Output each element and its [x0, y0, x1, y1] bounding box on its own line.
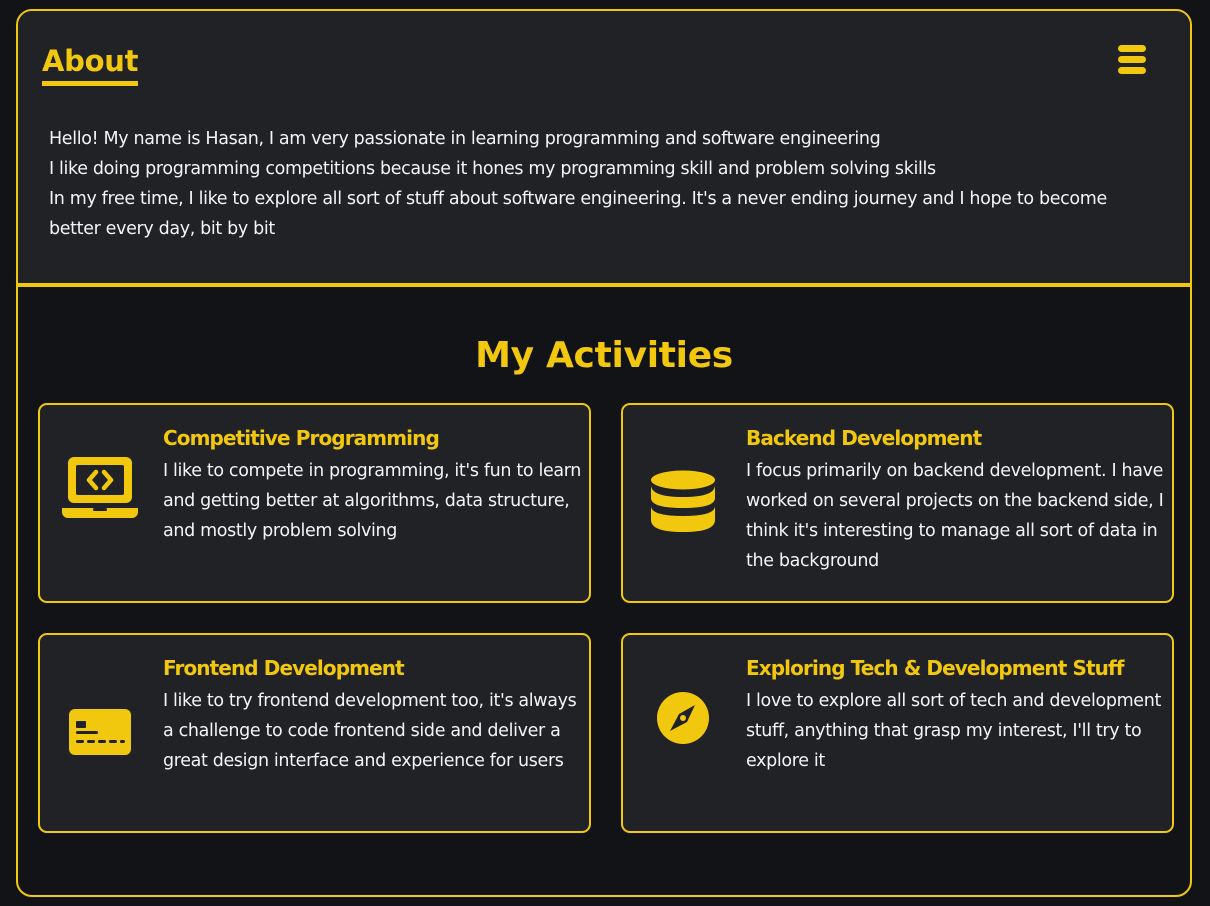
about-description: Hello! My name is Hasan, I am very passi… — [49, 124, 1149, 244]
activity-card-exploring-tech: Exploring Tech & Development Stuff I lov… — [621, 633, 1174, 833]
laptop-code-icon — [60, 455, 140, 523]
about-paragraph: In my free time, I like to explore all s… — [49, 189, 1107, 239]
activity-card-text: I love to explore all sort of tech and d… — [746, 691, 1161, 771]
activity-card-title: Exploring Tech & Development Stuff — [746, 656, 1124, 680]
activity-card-frontend-development: Frontend Development I like to try front… — [38, 633, 591, 833]
activity-card-competitive-programming: Competitive Programming I like to compet… — [38, 403, 591, 603]
database-icon — [643, 469, 723, 535]
activity-card-title: Backend Development — [746, 426, 982, 450]
activities-title: My Activities — [475, 335, 733, 376]
about-title: About — [42, 43, 138, 86]
compass-icon — [643, 691, 723, 745]
about-paragraph: I like doing programming competitions be… — [49, 159, 936, 179]
activity-card-title: Competitive Programming — [163, 426, 440, 450]
page-frame: About Hello! My name is Hasan, I am very… — [16, 9, 1192, 897]
interface-card-icon — [60, 707, 140, 757]
activity-card-text: I like to try frontend development too, … — [163, 691, 577, 771]
about-section: About Hello! My name is Hasan, I am very… — [18, 11, 1190, 287]
menu-button[interactable] — [1118, 45, 1146, 75]
activity-card-text: I focus primarily on backend development… — [746, 461, 1164, 571]
about-paragraph: Hello! My name is Hasan, I am very passi… — [49, 129, 881, 149]
activity-card-backend-development: Backend Development I focus primarily on… — [621, 403, 1174, 603]
activity-card-title: Frontend Development — [163, 656, 405, 680]
activity-card-text: I like to compete in programming, it's f… — [163, 461, 582, 541]
